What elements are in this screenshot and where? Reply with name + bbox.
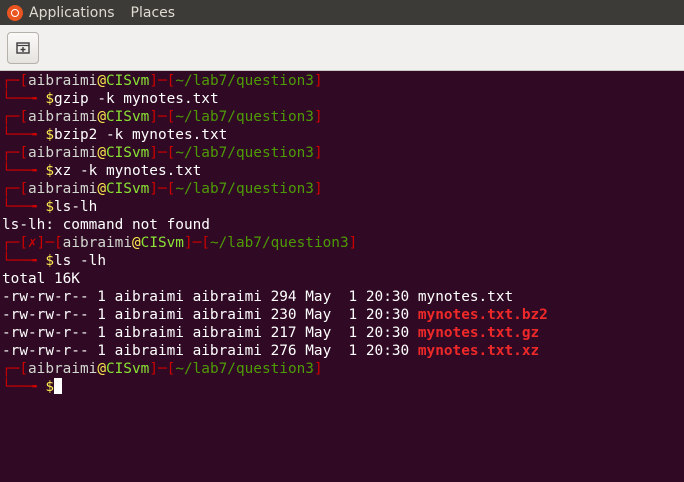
ls-row-meta: -rw-rw-r-- 1 aibraimi aibraimi 217 May 1…: [2, 325, 418, 341]
command-line: └──╼ $xz -k mynotes.txt: [2, 163, 202, 179]
terminal-toolbar: [0, 25, 684, 71]
ls-row: -rw-rw-r-- 1 aibraimi aibraimi 294 May 1…: [0, 288, 684, 306]
ls-row-filename: mynotes.txt.bz2: [417, 307, 548, 323]
prompt-line: ┌─[aibraimi@CISvm]─[~/lab7/question3]: [2, 361, 323, 377]
ls-row-meta: -rw-rw-r-- 1 aibraimi aibraimi 230 May 1…: [2, 307, 418, 323]
text-cursor: [54, 378, 62, 394]
top-panel: Applications Places: [0, 0, 684, 25]
prompt-line: ┌─[aibraimi@CISvm]─[~/lab7/question3]: [2, 109, 323, 125]
places-menu[interactable]: Places: [131, 5, 176, 21]
prompt-line: ┌─[aibraimi@CISvm]─[~/lab7/question3]: [2, 181, 323, 197]
command-line: └──╼ $bzip2 -k mynotes.txt: [2, 127, 228, 143]
command-line: └──╼ $ls -lh: [2, 253, 106, 269]
command-line: └──╼ $gzip -k mynotes.txt: [2, 91, 219, 107]
prompt-line: ┌─[aibraimi@CISvm]─[~/lab7/question3]: [2, 145, 323, 161]
ls-row-filename: mynotes.txt: [417, 289, 514, 305]
applications-menu[interactable]: Applications: [29, 5, 115, 21]
error-mark-icon: ✗: [28, 235, 37, 251]
prompt-line-error: ┌─[✗]─[aibraimi@CISvm]─[~/lab7/question3…: [2, 235, 358, 251]
ls-row: -rw-rw-r-- 1 aibraimi aibraimi 217 May 1…: [0, 324, 684, 342]
prompt-line: ┌─[aibraimi@CISvm]─[~/lab7/question3]: [2, 73, 323, 89]
new-tab-icon: [16, 42, 30, 54]
ls-listing: -rw-rw-r-- 1 aibraimi aibraimi 294 May 1…: [0, 288, 684, 360]
ls-row-filename: mynotes.txt.gz: [417, 325, 540, 341]
ls-row: -rw-rw-r-- 1 aibraimi aibraimi 230 May 1…: [0, 306, 684, 324]
ubuntu-logo-icon[interactable]: [7, 4, 23, 21]
ls-row-filename: mynotes.txt.xz: [417, 343, 540, 359]
ls-row-meta: -rw-rw-r-- 1 aibraimi aibraimi 276 May 1…: [2, 343, 418, 359]
command-line-active[interactable]: └──╼ $: [0, 378, 684, 396]
ls-row-meta: -rw-rw-r-- 1 aibraimi aibraimi 294 May 1…: [2, 289, 418, 305]
command-line: └──╼ $ls-lh: [2, 199, 98, 215]
ls-row: -rw-rw-r-- 1 aibraimi aibraimi 276 May 1…: [0, 342, 684, 360]
terminal-output[interactable]: ┌─[aibraimi@CISvm]─[~/lab7/question3] └─…: [0, 71, 684, 482]
new-tab-button[interactable]: [7, 32, 39, 64]
ls-total-line: total 16K: [2, 271, 80, 287]
error-output-line: ls-lh: command not found: [2, 217, 210, 233]
